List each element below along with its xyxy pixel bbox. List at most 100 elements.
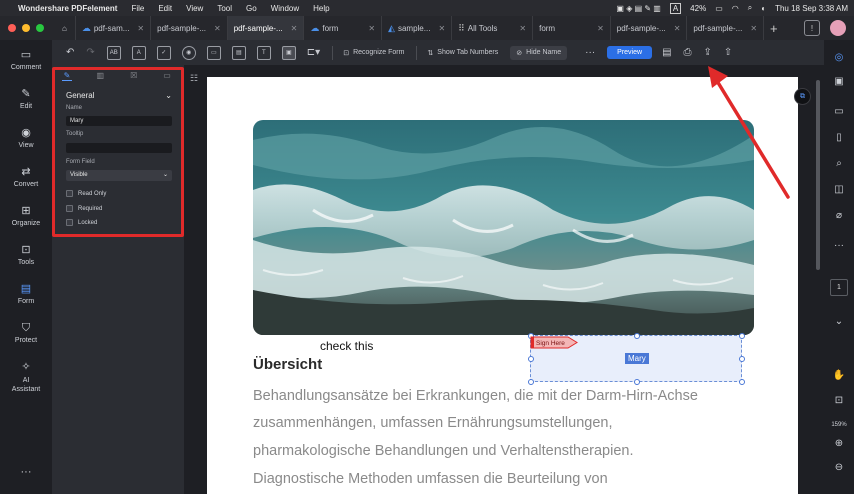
close-tab-icon[interactable]: ✕ — [750, 24, 757, 33]
nav-convert[interactable]: ⇄ Convert — [0, 165, 52, 188]
preview-button[interactable]: Preview — [607, 46, 653, 59]
scroll-down-icon[interactable]: ⌄ — [832, 316, 846, 327]
thumbnail-icon[interactable]: ▣ — [832, 76, 846, 87]
layers-icon[interactable]: ◫ — [832, 184, 846, 195]
menu-edit[interactable]: Edit — [158, 4, 172, 13]
checkbox-button[interactable]: ✓ — [156, 45, 171, 60]
nav-protect[interactable]: ⛉ Protect — [0, 321, 52, 344]
radio-button[interactable]: ◉ — [181, 45, 196, 60]
floating-copy-icon[interactable]: ⧉ — [794, 88, 811, 105]
close-tab-icon[interactable]: ✕ — [519, 24, 526, 33]
save-icon[interactable]: ▤ — [662, 47, 671, 58]
tab-9[interactable]: pdf-sample-... ✕ — [687, 16, 765, 40]
tab-6[interactable]: ⠿ All Tools ✕ — [452, 16, 534, 40]
form-field-select[interactable]: Visible ⌄ — [66, 170, 172, 181]
close-tab-icon[interactable]: ✕ — [368, 24, 375, 33]
hand-tool-icon[interactable]: ✋ — [832, 370, 846, 381]
sliders-icon[interactable]: ☷ — [190, 73, 198, 84]
nav-form[interactable]: ▤ Form — [0, 282, 52, 305]
resize-handle[interactable] — [739, 333, 745, 339]
print-icon[interactable]: ⎙ — [684, 47, 692, 58]
close-window-button[interactable] — [8, 24, 16, 32]
combo-box-button[interactable]: ▭ — [206, 45, 221, 60]
attachment-icon[interactable]: ⌀ — [832, 210, 846, 221]
name-field[interactable]: Mary — [66, 116, 172, 126]
resize-handle[interactable] — [739, 379, 745, 385]
show-tab-numbers-button[interactable]: ⇅ Show Tab Numbers — [427, 49, 498, 57]
general-tab-icon[interactable]: ✎ — [62, 71, 72, 81]
redo-icon[interactable]: ↷ — [86, 47, 94, 58]
status-icons[interactable]: ▣ ◈ ▤ ✎ ▥ — [616, 4, 660, 13]
hide-name-button[interactable]: ⊘ Hide Name — [510, 45, 568, 60]
resize-handle[interactable] — [634, 333, 640, 339]
nav-ai-assistant[interactable]: ✧ AI Assistant — [0, 360, 52, 394]
wifi-icon[interactable]: ◠ — [732, 4, 739, 13]
ai-chat-icon[interactable]: ◎ — [832, 52, 846, 63]
resize-handle[interactable] — [528, 379, 534, 385]
tab-5[interactable]: ◭ sample... ✕ — [382, 16, 453, 40]
upload-icon[interactable]: ⇪ — [704, 47, 712, 58]
search-panel-icon[interactable]: ⌕ — [832, 158, 846, 169]
fit-page-icon[interactable]: ⊡ — [832, 395, 846, 406]
close-tab-icon[interactable]: ✕ — [137, 24, 144, 33]
text-field-alt-button[interactable]: A — [131, 45, 146, 60]
control-center-icon[interactable]: ◐ — [761, 4, 766, 13]
zoom-in-icon[interactable]: ⊕ — [832, 438, 846, 449]
battery-icon[interactable]: ▭ — [715, 4, 723, 13]
list-box-button[interactable]: ▤ — [231, 45, 246, 60]
tab-1[interactable]: ☁ pdf-sam... ✕ — [76, 16, 152, 40]
menu-tool[interactable]: Tool — [217, 4, 232, 13]
page-number-input[interactable]: 1 — [830, 279, 848, 296]
actions-tab-icon[interactable]: ▭ — [162, 71, 172, 81]
nav-edit[interactable]: ✎ Edit — [0, 87, 52, 110]
appearance-tab-icon[interactable]: ▥ — [95, 71, 105, 81]
close-tab-icon[interactable]: ✕ — [597, 24, 604, 33]
nav-more[interactable]: ··· — [0, 465, 52, 481]
home-button[interactable]: ⌂ — [54, 16, 76, 40]
resize-handle[interactable] — [528, 356, 534, 362]
nav-comment[interactable]: ▭ Comment — [0, 48, 52, 71]
text-field-button[interactable]: AB — [106, 45, 121, 60]
clock[interactable]: Thu 18 Sep 3:38 AM — [775, 4, 848, 13]
minimize-window-button[interactable] — [22, 24, 30, 32]
avatar[interactable] — [830, 20, 846, 36]
menu-file[interactable]: File — [131, 4, 144, 13]
close-tab-icon[interactable]: ✕ — [438, 24, 445, 33]
read-only-checkbox[interactable]: Read Only — [66, 190, 106, 197]
message-icon[interactable]: ! — [804, 20, 820, 36]
text-button[interactable]: T — [256, 45, 271, 60]
undo-icon[interactable]: ↶ — [66, 47, 74, 58]
close-tab-icon[interactable]: ✕ — [674, 24, 681, 33]
signature-field-button[interactable]: ▣ — [281, 45, 296, 60]
tooltip-field[interactable] — [66, 143, 172, 153]
align-icon[interactable]: ⊏▾ — [307, 47, 320, 58]
share-icon[interactable]: ⇧ — [724, 47, 732, 58]
recognize-form-button[interactable]: ⊡ Recognize Form — [343, 49, 404, 57]
close-tab-icon[interactable]: ✕ — [214, 24, 221, 33]
zoom-out-icon[interactable]: ⊖ — [832, 462, 846, 473]
menu-window[interactable]: Window — [271, 4, 299, 13]
required-checkbox[interactable]: Required — [66, 205, 102, 212]
more-icon[interactable]: ··· — [832, 240, 846, 251]
zoom-window-button[interactable] — [36, 24, 44, 32]
tab-7[interactable]: form ✕ — [533, 16, 611, 40]
tab-8[interactable]: pdf-sample-... ✕ — [611, 16, 688, 40]
bookmark-icon[interactable]: ▯ — [832, 132, 846, 143]
menu-help[interactable]: Help — [313, 4, 329, 13]
vertical-scrollbar[interactable] — [816, 80, 820, 270]
menu-go[interactable]: Go — [246, 4, 257, 13]
options-tab-icon[interactable]: ☒ — [129, 71, 139, 81]
nav-organize[interactable]: ⊞ Organize — [0, 204, 52, 227]
close-tab-icon[interactable]: ✕ — [291, 24, 298, 33]
nav-tools[interactable]: ⊡ Tools — [0, 243, 52, 266]
new-tab-button[interactable]: + — [770, 21, 778, 36]
tab-4[interactable]: ☁ form ✕ — [304, 16, 383, 40]
app-name-menu[interactable]: Wondershare PDFelement — [18, 4, 117, 13]
search-icon[interactable]: ⌕ — [748, 3, 752, 13]
general-section-header[interactable]: General ⌄ — [66, 91, 172, 100]
zoom-level[interactable]: 159% — [826, 422, 852, 428]
comment-panel-icon[interactable]: ▭ — [832, 106, 846, 117]
resize-handle[interactable] — [739, 356, 745, 362]
locked-checkbox[interactable]: Locked — [66, 219, 97, 226]
resize-handle[interactable] — [634, 379, 640, 385]
